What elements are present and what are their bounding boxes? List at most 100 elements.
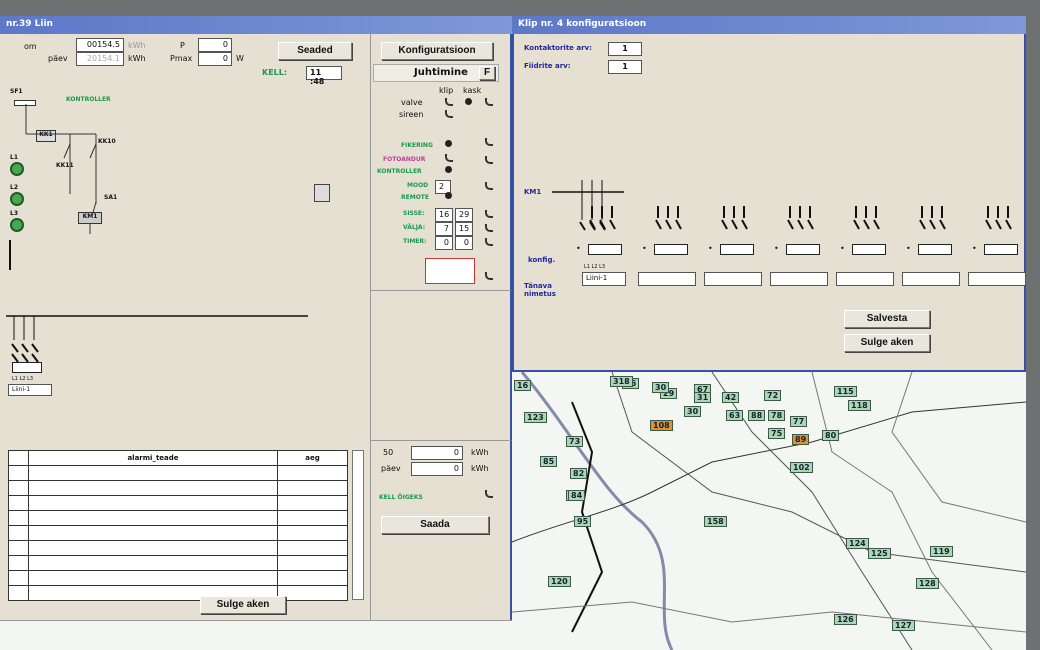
sisse-hour[interactable]: 16 (435, 208, 453, 222)
contactor-toggle[interactable] (485, 272, 493, 280)
map-marker[interactable]: 16 (514, 380, 532, 391)
map-marker[interactable]: 128 (916, 578, 939, 589)
map-marker[interactable]: 119 (930, 546, 953, 557)
table-row[interactable] (8, 480, 348, 496)
fiidrite-label: Fiidrite arv: (524, 62, 571, 70)
feeder-group: • (836, 204, 896, 294)
valja-toggle[interactable] (485, 224, 493, 232)
feeder-config-grid[interactable] (786, 244, 820, 255)
map-marker[interactable]: 77 (790, 416, 808, 427)
fiidrite-input[interactable]: 1 (608, 60, 642, 74)
kontroller-radio[interactable] (445, 166, 452, 173)
alarm-scrollbar[interactable] (352, 450, 364, 600)
map-marker[interactable]: 30 (652, 382, 670, 393)
map-marker[interactable]: 108 (650, 420, 673, 431)
seaded-button[interactable]: Seaded (278, 42, 352, 60)
feeder-name-input[interactable] (968, 272, 1026, 286)
table-row[interactable] (8, 570, 348, 586)
juhtimine-f-button[interactable]: F (479, 66, 495, 80)
feeder-name-input[interactable] (704, 272, 762, 286)
sisse-toggle[interactable] (485, 210, 493, 218)
kask-label: kask (463, 86, 482, 95)
map-marker[interactable]: 85 (540, 456, 558, 467)
konfiguratsioon-button[interactable]: Konfiguratsioon (381, 42, 493, 60)
map-marker[interactable]: 125 (868, 548, 891, 559)
salvesta-button[interactable]: Salvesta (844, 310, 930, 328)
feeder-config-grid[interactable] (984, 244, 1018, 255)
energy-paev-label: päev (381, 464, 401, 473)
left-phase-labels: L1 L2 L3 (12, 376, 34, 382)
kontaktorite-input[interactable]: 1 (608, 42, 642, 56)
map-marker[interactable]: 89 (792, 434, 810, 445)
left-line-name: Liini-1 (8, 384, 52, 396)
map-marker[interactable]: 126 (834, 614, 857, 625)
small-box-icon[interactable] (314, 184, 330, 202)
map-marker[interactable]: 75 (768, 428, 786, 439)
left-sulge-button[interactable]: Sulge aken (200, 596, 286, 614)
valve-klip-toggle[interactable] (445, 98, 453, 106)
map-marker[interactable]: 72 (764, 390, 782, 401)
map-marker[interactable]: 115 (834, 386, 857, 397)
timer-hour[interactable]: 0 (435, 236, 453, 250)
map-marker[interactable]: 31 (694, 392, 712, 403)
feeder-name-input[interactable] (638, 272, 696, 286)
map-marker[interactable]: 82 (570, 468, 588, 479)
control-panel: Konfiguratsioon Juhtimine F klip kask va… (370, 34, 511, 620)
map-marker[interactable]: 84 (568, 490, 586, 501)
contactor-icon (425, 258, 475, 284)
feeder-config-grid[interactable] (654, 244, 688, 255)
feeder-name-input[interactable] (836, 272, 894, 286)
map-marker[interactable]: 124 (846, 538, 869, 549)
map-marker[interactable]: 95 (574, 516, 592, 527)
config-sulge-button[interactable]: Sulge aken (844, 334, 930, 352)
map-marker[interactable]: 78 (768, 410, 786, 421)
map-marker[interactable]: 73 (566, 436, 584, 447)
sireen-label: sireen (399, 110, 424, 119)
fotoandur-kask-toggle[interactable] (485, 156, 493, 164)
table-row[interactable] (8, 465, 348, 481)
map-marker[interactable]: 123 (524, 412, 547, 423)
feeder-config-grid[interactable] (852, 244, 886, 255)
map-marker[interactable]: 80 (822, 430, 840, 441)
remote-radio[interactable] (445, 192, 452, 199)
valve-kask-radio[interactable] (465, 98, 472, 105)
feeder-config-grid[interactable] (588, 244, 622, 255)
table-row[interactable] (8, 585, 348, 601)
map-marker[interactable]: 63 (726, 410, 744, 421)
valja-minute[interactable]: 15 (455, 222, 473, 236)
map-marker[interactable]: 102 (790, 462, 813, 473)
feeder-name-input[interactable] (902, 272, 960, 286)
sireen-toggle[interactable] (445, 110, 453, 118)
saada-button[interactable]: Saada (381, 516, 489, 534)
table-row[interactable] (8, 495, 348, 511)
table-row[interactable] (8, 510, 348, 526)
valja-hour[interactable]: 7 (435, 222, 453, 236)
map-marker[interactable]: 127 (892, 620, 915, 631)
map-area[interactable]: 1686296742721151181233063887877108758980… (512, 372, 1026, 650)
timer-toggle[interactable] (485, 238, 493, 246)
timer-minute[interactable]: 0 (455, 236, 473, 250)
mood-toggle[interactable] (485, 182, 493, 190)
feeder-name-input[interactable]: Liini-1 (582, 272, 626, 286)
map-marker[interactable]: 158 (704, 516, 727, 527)
fotoandur-toggle[interactable] (445, 154, 453, 162)
map-marker[interactable]: 30 (684, 406, 702, 417)
map-marker[interactable]: 120 (548, 576, 571, 587)
table-row[interactable] (8, 540, 348, 556)
bottom-map-strip (0, 620, 512, 650)
table-row[interactable] (8, 525, 348, 541)
feeder-breaker-icon (919, 206, 946, 230)
fikeerimine-toggle[interactable] (485, 138, 493, 146)
map-marker[interactable]: 88 (748, 410, 766, 421)
fikeerimine-radio[interactable] (445, 140, 452, 147)
table-row[interactable] (8, 555, 348, 571)
map-marker[interactable]: 42 (722, 392, 740, 403)
kell-ogeks-toggle[interactable] (485, 490, 493, 498)
sisse-minute[interactable]: 29 (455, 208, 473, 222)
valve-extra-toggle[interactable] (485, 98, 493, 106)
map-marker[interactable]: 118 (848, 400, 871, 411)
feeder-config-grid[interactable] (918, 244, 952, 255)
feeder-config-grid[interactable] (720, 244, 754, 255)
map-marker[interactable]: 318 (610, 376, 633, 387)
feeder-name-input[interactable] (770, 272, 828, 286)
